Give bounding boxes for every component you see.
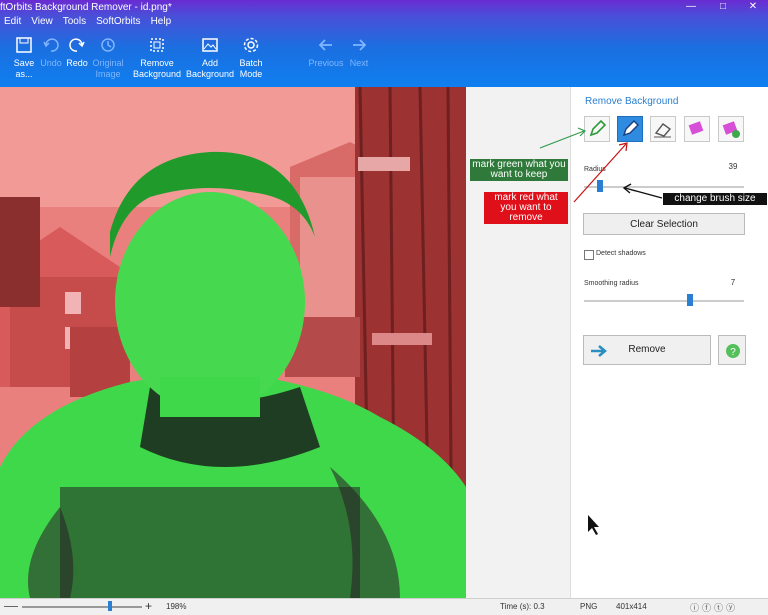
zoom-out-icon[interactable] (4, 606, 18, 607)
image-size: 401x414 (616, 602, 647, 611)
processing-time: Time (s): 0.3 (500, 602, 545, 611)
social-icons[interactable]: ⓘⓕⓣⓨ (690, 601, 738, 614)
zoom-slider-thumb[interactable] (108, 601, 112, 611)
cursor-icon (588, 515, 599, 535)
status-bar: + 198% Time (s): 0.3 PNG 401x414 ⓘⓕⓣⓨ (0, 598, 768, 615)
zoom-slider[interactable] (22, 606, 142, 608)
annotation-arrows (539, 127, 663, 535)
zoom-level: 198% (166, 602, 187, 611)
zoom-in-icon[interactable]: + (145, 599, 152, 613)
image-format: PNG (580, 602, 598, 611)
